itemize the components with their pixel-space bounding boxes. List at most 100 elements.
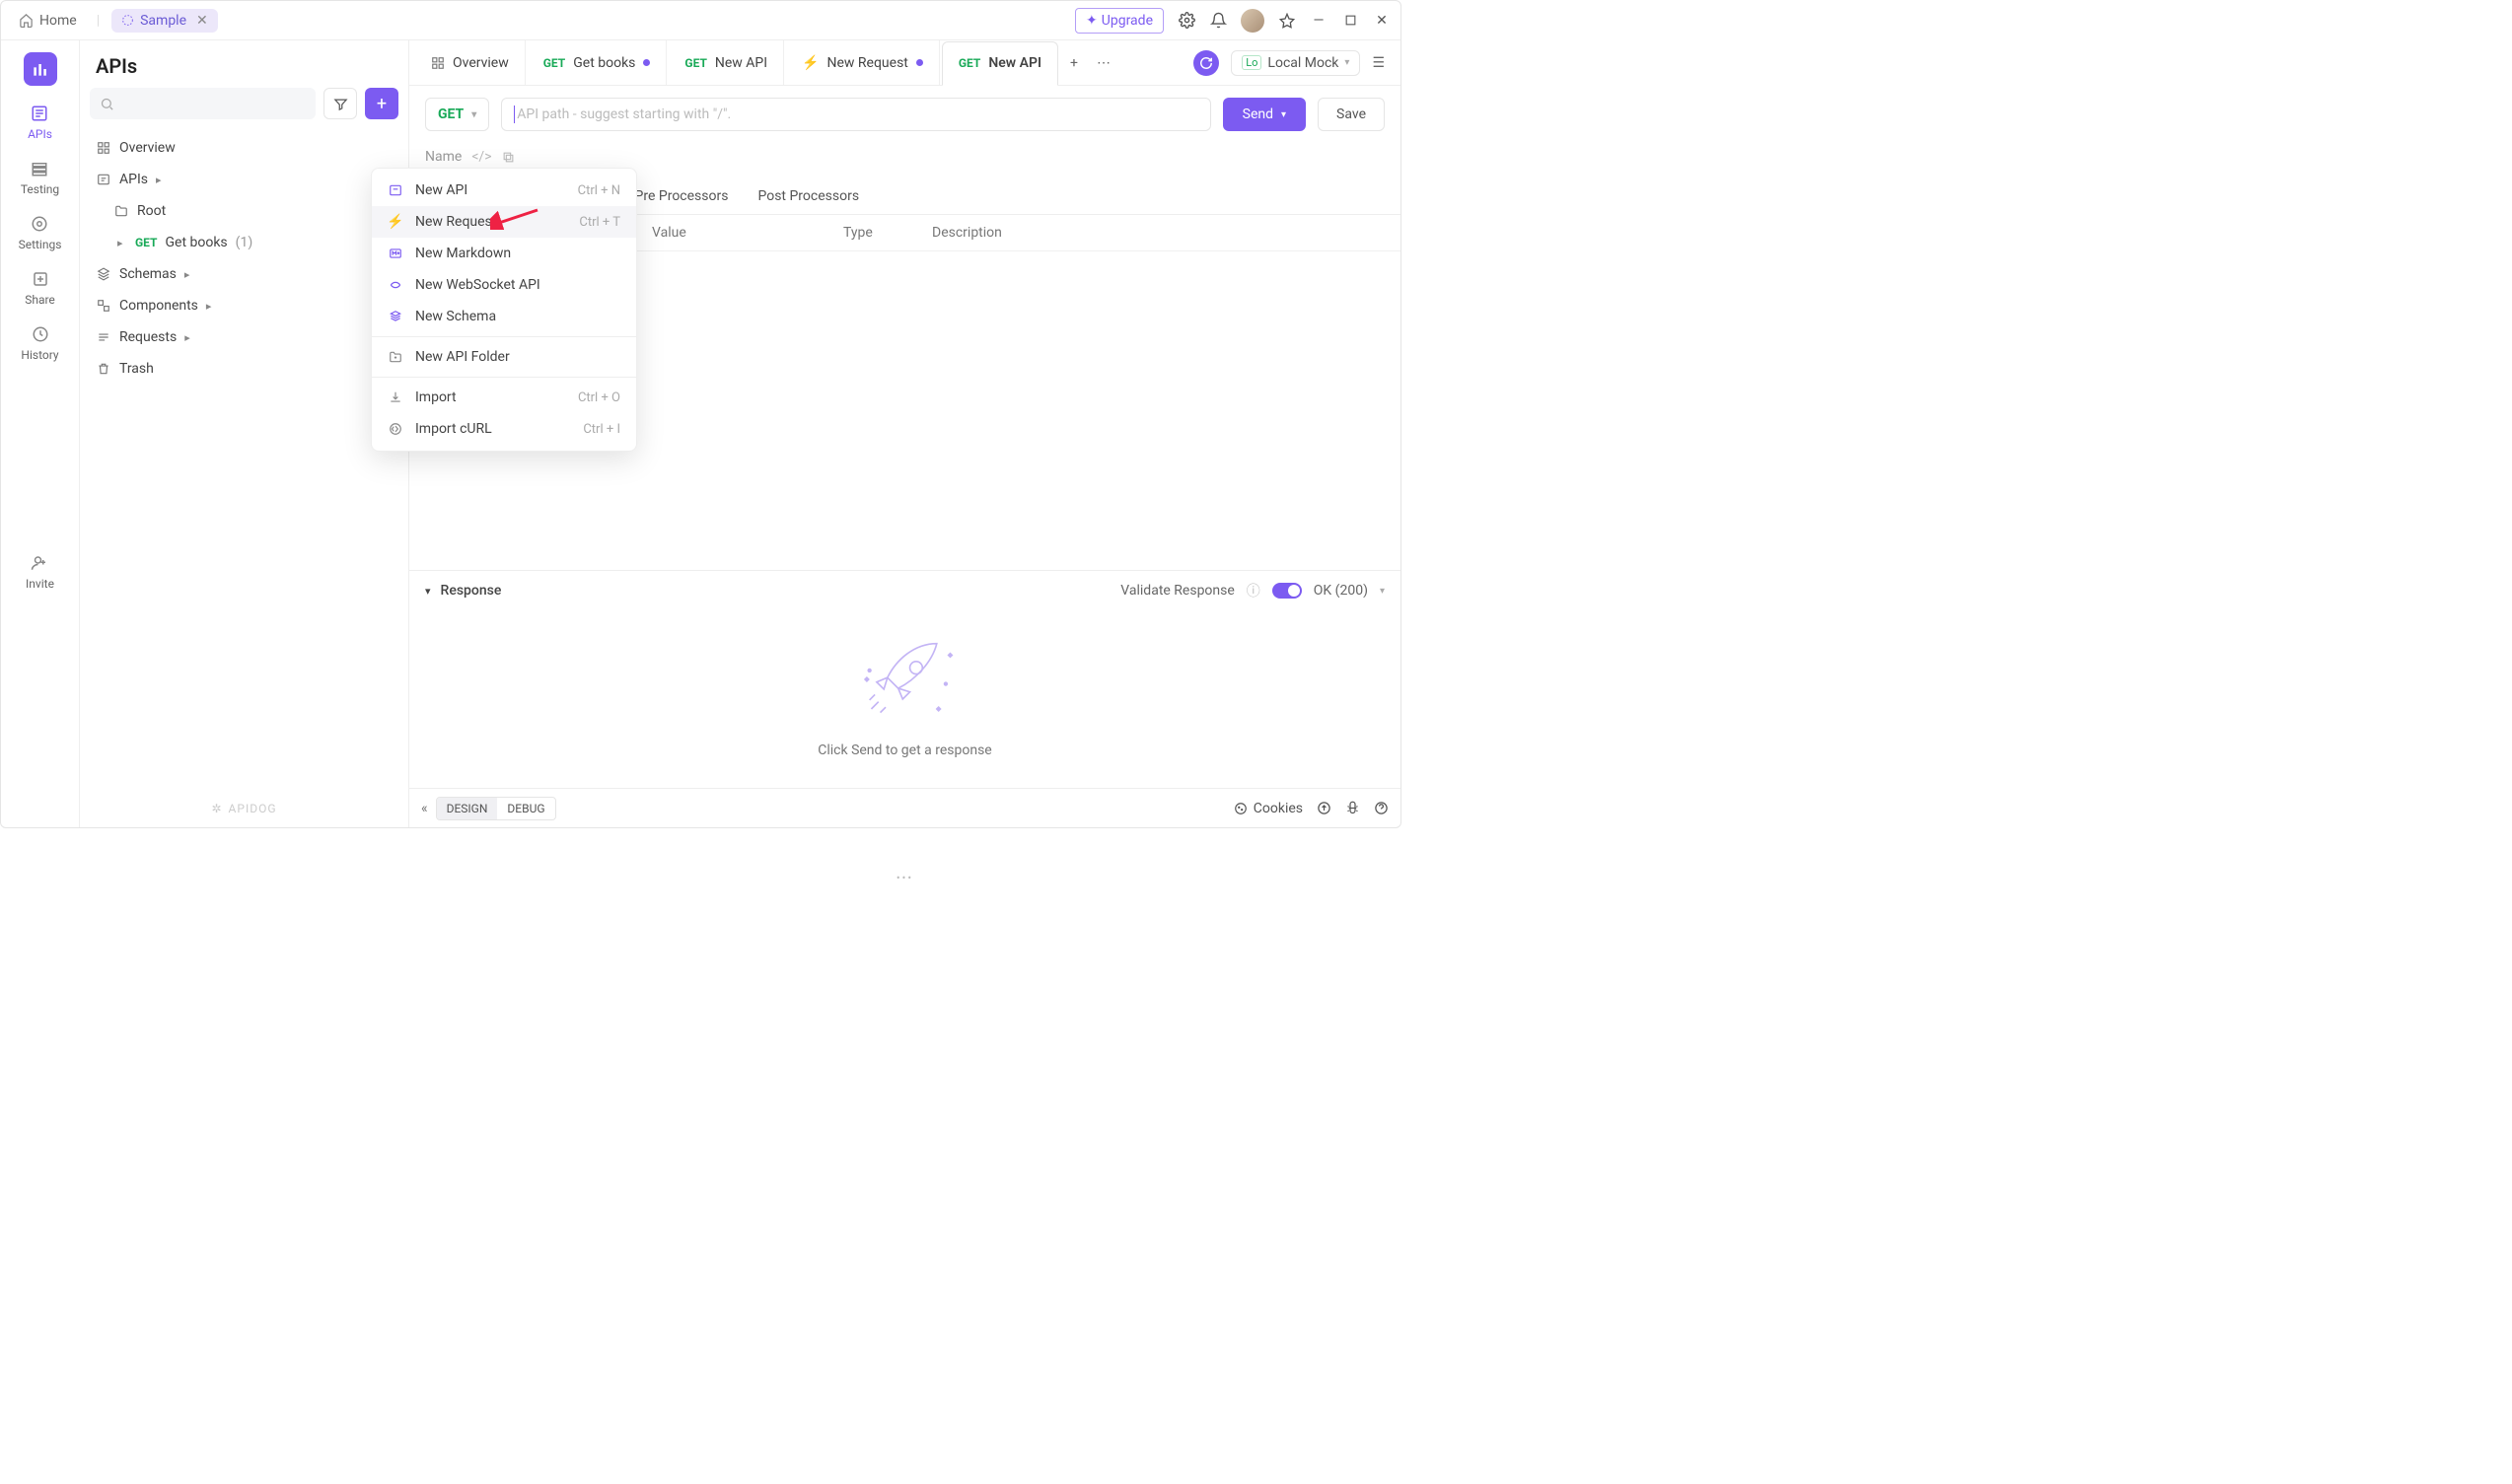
tab-more-button[interactable]: ⋯	[1090, 49, 1117, 77]
method-select[interactable]: GET ▾	[425, 98, 489, 131]
api-icon	[388, 182, 403, 198]
refresh-button[interactable]	[1193, 50, 1219, 76]
tab-getbooks-label: Get books	[573, 55, 635, 71]
add-button[interactable]: +	[365, 88, 398, 119]
save-button[interactable]: Save	[1318, 98, 1385, 131]
rail-share[interactable]: Share	[25, 269, 55, 307]
pin-icon[interactable]	[1278, 12, 1296, 30]
new-tab-button[interactable]: +	[1060, 49, 1088, 77]
menu-icon[interactable]: ☰	[1372, 55, 1385, 71]
filter-icon	[333, 97, 348, 111]
close-icon[interactable]: ✕	[196, 13, 208, 29]
validate-toggle[interactable]	[1272, 583, 1302, 599]
send-button[interactable]: Send ▾	[1223, 98, 1306, 131]
tree-schemas[interactable]: Schemas ▸	[88, 259, 400, 289]
search-input[interactable]	[90, 88, 316, 119]
sidebar-footer: ✲ APIDOG	[80, 790, 408, 827]
window-close-icon[interactable]: ✕	[1373, 12, 1391, 30]
bug-icon[interactable]	[1345, 801, 1360, 815]
avatar[interactable]	[1241, 9, 1264, 33]
debug-button[interactable]: DEBUG	[497, 798, 554, 819]
dd-import-shortcut: Ctrl + O	[578, 390, 620, 405]
cookies-button[interactable]: Cookies	[1234, 801, 1303, 816]
apis-tree-icon	[96, 172, 111, 187]
dd-new-request[interactable]: ⚡ New Request Ctrl + T	[372, 206, 636, 238]
import-icon	[388, 389, 403, 405]
tree-trash[interactable]: Trash	[88, 354, 400, 384]
response-status[interactable]: OK (200)	[1314, 583, 1368, 599]
response-empty-text: Click Send to get a response	[818, 742, 991, 758]
app-logo[interactable]	[24, 52, 57, 86]
tab-getbooks[interactable]: GET Get books	[528, 40, 668, 85]
send-label: Send	[1243, 106, 1273, 122]
dd-new-markdown[interactable]: New Markdown	[372, 238, 636, 269]
dd-import-curl[interactable]: Import cURL Ctrl + I	[372, 413, 636, 445]
tree-getbooks[interactable]: ▸ GET Get books (1)	[88, 228, 400, 257]
tab-newapi2[interactable]: GET New API	[942, 41, 1058, 86]
method-badge: GET	[959, 56, 980, 70]
upgrade-button[interactable]: ✦ Upgrade	[1075, 8, 1164, 34]
layout: APIs Testing Settings Share History Invi…	[1, 40, 1400, 827]
tree-apis[interactable]: APIs ▸	[88, 165, 400, 194]
collapse-icon[interactable]: «	[421, 801, 428, 816]
response-header: ▾ Response Validate Response ⓘ OK (200) …	[409, 570, 1400, 610]
copy-icon[interactable]	[502, 151, 515, 164]
apis-icon	[30, 104, 49, 123]
env-selector[interactable]: Lo Local Mock ▾	[1231, 50, 1360, 76]
chevron-down-icon[interactable]: ▾	[1380, 586, 1385, 597]
tab-newapi1[interactable]: GET New API	[669, 40, 784, 85]
dd-new-schema[interactable]: New Schema	[372, 301, 636, 332]
dd-new-api[interactable]: New API Ctrl + N	[372, 175, 636, 206]
tree-overview[interactable]: Overview	[88, 133, 400, 163]
req-tab-pre[interactable]: Pre Processors	[635, 180, 729, 214]
dd-new-folder[interactable]: New API Folder	[372, 341, 636, 373]
invite-icon	[30, 553, 49, 573]
tree-components[interactable]: Components ▸	[88, 291, 400, 320]
env-label: Local Mock	[1267, 55, 1338, 71]
sidebar-search-row: +	[80, 88, 408, 129]
dd-new-websocket[interactable]: New WebSocket API	[372, 269, 636, 301]
settings-icon[interactable]	[1178, 12, 1195, 30]
maximize-icon[interactable]	[1341, 12, 1359, 30]
tree-root[interactable]: Root	[88, 196, 400, 226]
info-icon[interactable]: ⓘ	[1247, 581, 1260, 601]
url-input[interactable]: API path - suggest starting with "/".	[501, 98, 1210, 131]
design-button[interactable]: DESIGN	[437, 798, 498, 819]
leftrail: APIs Testing Settings Share History Invi…	[1, 40, 80, 827]
help-icon[interactable]	[1374, 801, 1389, 815]
chevron-right-icon: ▸	[156, 174, 166, 186]
folder-plus-icon	[388, 349, 403, 365]
chevron-down-icon: ▾	[1344, 57, 1349, 68]
rail-history[interactable]: History	[21, 324, 58, 362]
chevron-down-icon[interactable]: ▾	[425, 585, 431, 598]
rail-testing[interactable]: Testing	[21, 159, 59, 196]
filter-button[interactable]	[323, 88, 357, 119]
titlebar-left: Home | Sample ✕	[11, 9, 1065, 33]
name-placeholder[interactable]: Name	[425, 149, 462, 165]
dd-import[interactable]: Import Ctrl + O	[372, 382, 636, 413]
bolt-icon: ⚡	[802, 55, 819, 71]
chevron-right-icon: ▸	[117, 237, 127, 249]
chevron-right-icon: ▸	[206, 300, 216, 313]
dd-import-label: Import	[415, 389, 457, 405]
unsaved-dot-icon	[916, 59, 923, 66]
rail-apis[interactable]: APIs	[28, 104, 52, 141]
tab-newrequest[interactable]: ⚡ New Request	[786, 40, 940, 85]
drag-handle[interactable]: •••	[897, 872, 913, 884]
rail-settings[interactable]: Settings	[19, 214, 62, 251]
bell-icon[interactable]	[1209, 12, 1227, 30]
rail-invite[interactable]: Invite	[26, 553, 54, 591]
sample-tab[interactable]: Sample ✕	[111, 9, 218, 33]
tree-components-label: Components	[119, 298, 198, 314]
code-icon[interactable]: </>	[471, 149, 491, 165]
method-label: GET	[438, 106, 464, 122]
req-tab-post[interactable]: Post Processors	[757, 180, 859, 214]
tab-overview[interactable]: Overview	[415, 40, 526, 85]
titlebar: Home | Sample ✕ ✦ Upgrade — ✕	[1, 1, 1400, 40]
home-label: Home	[39, 13, 77, 29]
minimize-icon[interactable]: —	[1310, 12, 1328, 30]
tree-requests[interactable]: Requests ▸	[88, 322, 400, 352]
home-tab[interactable]: Home	[11, 9, 85, 33]
markdown-icon	[388, 246, 403, 261]
upload-icon[interactable]	[1317, 801, 1331, 815]
